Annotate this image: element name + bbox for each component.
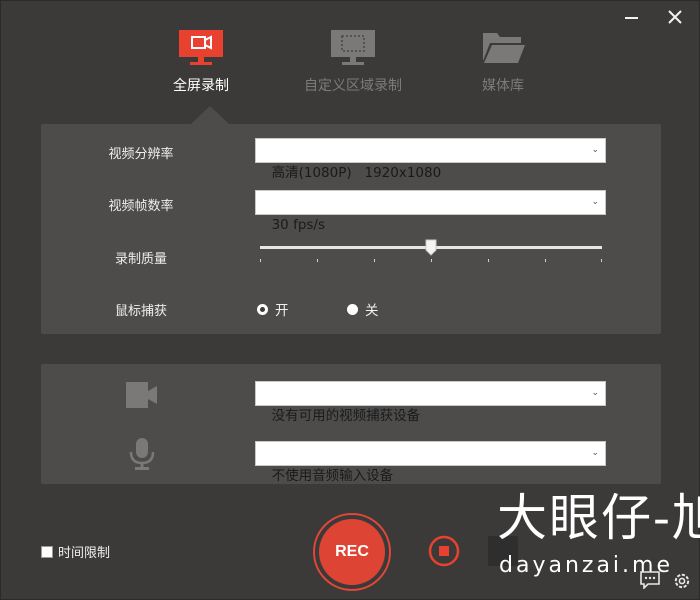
close-icon [668, 10, 682, 24]
chevron-down-icon: ⌄ [591, 145, 599, 155]
tab-label: 全屏录制 [173, 78, 229, 94]
tab-full-screen[interactable]: 全屏录制 [141, 29, 261, 95]
slider-tick [488, 259, 489, 262]
minimize-icon [624, 17, 638, 19]
quality-slider[interactable] [260, 237, 602, 267]
close-button[interactable] [665, 7, 685, 27]
video-device-select[interactable]: 没有可用的视频捕获设备 ⌄ [255, 381, 606, 424]
gear-icon[interactable] [672, 571, 692, 591]
watermark-cn: 大眼仔-旭 [497, 489, 700, 547]
slider-tick [545, 259, 546, 262]
audio-device-value: 不使用音频输入设备 [271, 468, 394, 484]
resolution-label: 视频分辨率 [108, 147, 174, 162]
mouse-capture-label: 鼠标捕获 [114, 304, 167, 319]
video-device-value: 没有可用的视频捕获设备 [271, 408, 421, 424]
tab-media-library[interactable]: 媒体库 [443, 29, 563, 95]
resolution-value: 高清(1080P) 1920x1080 [271, 165, 442, 181]
rec-label: REC [319, 519, 385, 585]
camera-icon [126, 382, 157, 408]
folder-icon [483, 33, 525, 63]
tab-custom-region[interactable]: 自定义区域录制 [293, 29, 413, 95]
slider-tick [260, 259, 261, 262]
mouse-capture-on-radio[interactable]: 开 [257, 299, 289, 319]
radio-dot [257, 303, 268, 315]
audio-device-select[interactable]: 不使用音频输入设备 ⌄ [255, 441, 606, 484]
monitor-region-icon [331, 30, 375, 65]
slider-tick [431, 259, 432, 262]
time-limit-label: 时间限制 [58, 546, 111, 561]
active-tab-pointer [191, 106, 229, 124]
tab-label: 媒体库 [482, 78, 524, 94]
radio-dot [347, 303, 358, 315]
framerate-value: 30 fps/s [271, 217, 326, 233]
quality-label: 录制质量 [114, 252, 167, 267]
time-limit-checkbox[interactable]: 时间限制 [41, 542, 110, 561]
resolution-select[interactable]: 高清(1080P) 1920x1080 ⌄ [255, 138, 606, 181]
mouse-capture-off-radio[interactable]: 关 [347, 299, 379, 319]
slider-tick [317, 259, 318, 262]
radio-on-label: 开 [275, 303, 289, 319]
monitor-video-icon [179, 30, 223, 65]
minimize-button[interactable] [621, 7, 641, 27]
checkbox-box [41, 545, 53, 558]
slider-thumb[interactable] [425, 239, 437, 256]
chevron-down-icon: ⌄ [591, 197, 599, 207]
chevron-down-icon: ⌄ [591, 388, 599, 398]
chevron-down-icon: ⌄ [591, 448, 599, 458]
framerate-select[interactable]: 30 fps/s ⌄ [255, 190, 606, 233]
slider-tick [374, 259, 375, 262]
radio-off-label: 关 [365, 303, 379, 319]
microphone-icon [129, 438, 155, 470]
feedback-icon[interactable] [640, 571, 660, 589]
slider-tick [601, 259, 602, 262]
framerate-label: 视频帧数率 [108, 199, 174, 214]
rec-button[interactable]: REC [313, 513, 391, 591]
stop-button[interactable] [428, 535, 460, 567]
tab-label: 自定义区域录制 [304, 78, 402, 94]
